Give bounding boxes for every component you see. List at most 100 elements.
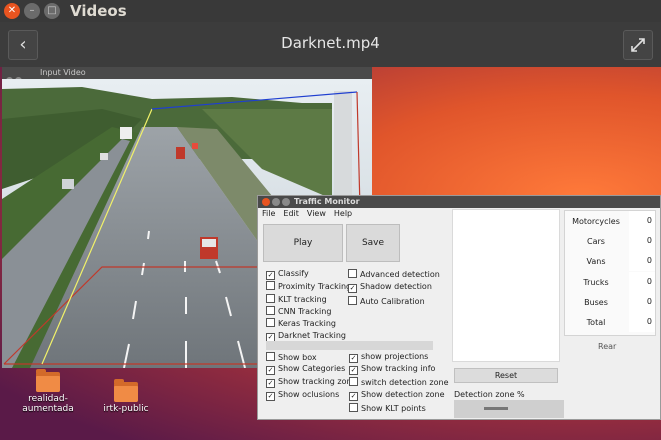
menu-bar: File Edit View Help [258,209,356,221]
checkbox-auto-calibration[interactable]: Auto Calibration [348,296,425,307]
folder-icon [36,369,60,392]
checkbox-box[interactable] [349,403,358,412]
count-label: Total [586,318,606,327]
window-minimize-icon[interactable]: – [24,3,40,19]
checkbox-label: switch detection zone [361,378,449,387]
count-row-trucks: Trucks 0 [565,272,655,292]
checkbox-proximity-tracking[interactable]: Proximity Tracking [266,281,351,292]
checkbox-label: Classify [278,269,309,278]
vehicle-counts-panel: Motorcycles 0 Cars 0 Vans 0 Trucks 0 Buses 0 … [564,210,656,336]
checkbox-box[interactable]: ✓ [349,354,358,363]
checkbox-label: Advanced detection [360,270,440,279]
checkbox-label: Auto Calibration [360,297,425,306]
checkbox-box[interactable]: ✓ [349,366,358,375]
checkbox-shadow-detection[interactable]: ✓ Shadow detection [348,282,432,293]
checkbox-box[interactable]: ✓ [349,392,358,401]
checkbox-box[interactable] [266,281,275,290]
traffic-monitor-titlebar: Traffic Monitor [258,196,660,208]
count-label: Buses [584,298,608,307]
menu-help[interactable]: Help [334,209,352,218]
desktop-icon-realidad-aumentada[interactable]: realidad- aumentada [3,369,93,414]
checkbox-box[interactable] [266,318,275,327]
checkbox-label: Show tracking info [361,364,436,373]
count-label: Vans [586,257,606,266]
checkbox-show-projections[interactable]: ✓ show projections [349,352,428,363]
checkbox-show-detection-zone[interactable]: ✓ Show detection zone [349,390,445,401]
video-header-bar: ‹ Darknet.mp4 [0,22,661,68]
checkbox-box[interactable] [349,377,358,386]
checkbox-label: show projections [361,352,429,361]
window-titlebar: ✕ – □ Videos [0,0,661,22]
play-button[interactable]: Play [263,224,343,262]
checkbox-show-box[interactable]: Show box [266,352,317,363]
count-value: 0 [629,231,655,251]
checkbox-switch-detection-zone[interactable]: switch detection zone [349,377,449,388]
checkbox-show-tracking-info[interactable]: ✓ Show tracking info [349,364,435,375]
checkbox-box[interactable] [266,306,275,315]
count-value: 0 [629,272,655,292]
reset-button[interactable]: Reset [454,368,558,383]
fullscreen-icon [631,38,645,52]
folder-icon [114,379,138,402]
file-title: Darknet.mp4 [281,34,380,52]
checkbox-show-categories[interactable]: ✓ Show Categories [266,364,345,375]
checkbox-label: Proximity Tracking [278,282,352,291]
checkbox-keras-tracking[interactable]: Keras Tracking [266,318,336,329]
app-title: Videos [70,2,127,20]
desktop-icon-label: irtk-public [103,404,149,414]
checkbox-box[interactable] [266,294,275,303]
preview-panel [452,209,560,362]
count-label: Trucks [583,278,609,287]
checkbox-label: Show detection zone [361,390,445,399]
count-row-total: Total 0 [565,312,655,332]
count-label: Motorcycles [572,217,620,226]
count-row-motorcycles: Motorcycles 0 [565,211,655,231]
checkbox-label: Keras Tracking [278,319,336,328]
rear-label: Rear [598,342,617,351]
checkbox-label: KLT tracking [278,295,327,304]
menu-file[interactable]: File [262,209,275,218]
checkbox-box[interactable]: ✓ [348,284,357,293]
checkbox-advanced-detection[interactable]: Advanced detection [348,269,440,280]
count-row-buses: Buses 0 [565,292,655,312]
checkbox-box[interactable] [266,352,275,361]
checkbox-box[interactable] [348,269,357,278]
input-video-title: Input Video [40,68,86,77]
detection-zone-slider[interactable] [454,400,564,418]
checkbox-label: Show oclusions [278,390,340,399]
minimize-icon[interactable] [272,198,280,206]
count-value: 0 [629,211,655,231]
checkbox-show-tracking-zone[interactable]: ✓ Show tracking zone [266,377,357,388]
count-value: 0 [629,312,655,332]
checkbox-klt-tracking[interactable]: KLT tracking [266,294,327,305]
desktop-icon-irtk-public[interactable]: irtk-public [81,379,171,414]
maximize-icon[interactable] [282,198,290,206]
slider-handle[interactable] [484,407,508,410]
checkbox-box[interactable]: ✓ [266,271,275,280]
separator [266,341,433,350]
checkbox-box[interactable] [348,296,357,305]
checkbox-box[interactable]: ✓ [266,366,275,375]
window-close-icon[interactable]: ✕ [4,3,20,19]
checkbox-cnn-tracking[interactable]: CNN Tracking [266,306,331,317]
count-row-vans: Vans 0 [565,251,655,271]
menu-edit[interactable]: Edit [283,209,299,218]
desktop-icon-label: realidad- [28,394,68,404]
desktop-icon-label-2: aumentada [22,404,74,414]
checkbox-show-klt-points[interactable]: Show KLT points [349,403,426,414]
save-button[interactable]: Save [346,224,400,262]
checkbox-label: Show box [278,353,317,362]
checkbox-show-oclusions[interactable]: ✓ Show oclusions [266,390,339,401]
menu-view[interactable]: View [307,209,326,218]
input-video-titlebar: Input Video [2,67,372,103]
checkbox-box[interactable]: ✓ [266,392,275,401]
window-maximize-icon[interactable]: □ [44,3,60,19]
checkbox-classify[interactable]: ✓ Classify [266,269,309,280]
checkbox-label: Show KLT points [361,404,426,413]
close-icon[interactable] [262,198,270,206]
checkbox-label: Darknet Tracking [278,331,346,340]
fullscreen-button[interactable] [623,30,653,60]
checkbox-box[interactable]: ✓ [266,379,275,388]
traffic-monitor-window: Traffic Monitor File Edit View Help Play Sa… [257,195,661,420]
checkbox-label: Shadow detection [360,282,432,291]
